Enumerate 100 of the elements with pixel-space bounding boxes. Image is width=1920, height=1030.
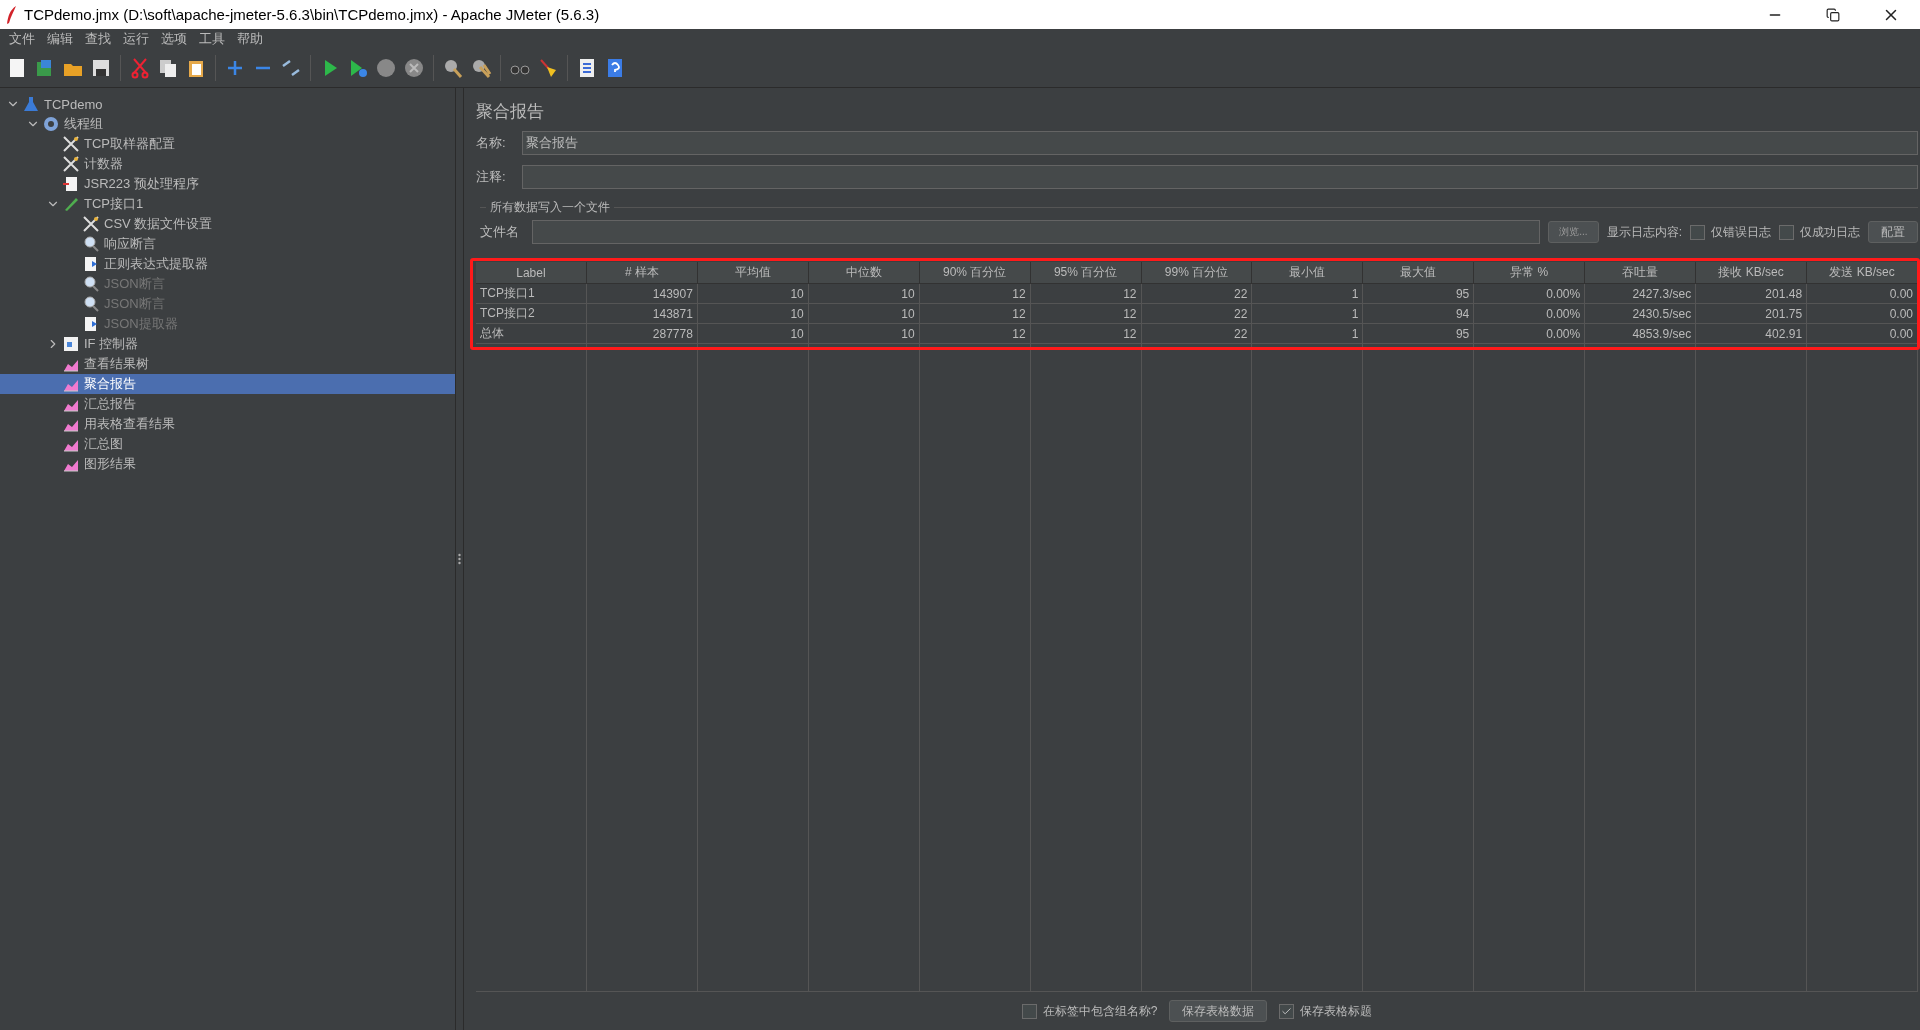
tree-item[interactable]: 汇总报告 xyxy=(0,394,455,414)
clear-icon[interactable] xyxy=(442,57,464,79)
table-cell: 0.00 xyxy=(1807,284,1918,304)
column-header[interactable]: 90% 百分位 xyxy=(919,262,1031,284)
table-cell: 0.00 xyxy=(1807,304,1918,324)
copy-icon[interactable] xyxy=(157,57,179,79)
restore-icon[interactable] xyxy=(1826,7,1840,22)
broom-icon[interactable] xyxy=(537,57,559,79)
tree-item[interactable]: 计数器 xyxy=(0,154,455,174)
checkbox[interactable] xyxy=(1779,224,1794,240)
menu-item[interactable]: 文件 xyxy=(4,30,42,48)
checkbox[interactable] xyxy=(1021,1003,1037,1019)
table-cell: 总体 xyxy=(476,324,587,344)
group-title: 所有数据写入一个文件 xyxy=(490,199,610,216)
pen-icon xyxy=(62,195,80,213)
table-cell: 12 xyxy=(1030,324,1142,344)
tree-item[interactable]: 汇总图 xyxy=(0,434,455,454)
toggle-icon[interactable] xyxy=(280,57,302,79)
tree-item[interactable]: IF 控制器 xyxy=(0,334,455,354)
table-cell: 0.00% xyxy=(1474,284,1586,304)
table-cell: 10 xyxy=(808,284,920,304)
table-cell: 22 xyxy=(1141,284,1253,304)
menu-item[interactable]: 帮助 xyxy=(232,30,270,48)
tools-icon xyxy=(82,215,100,233)
menu-item[interactable]: 编辑 xyxy=(42,30,80,48)
feather-icon xyxy=(6,5,18,24)
tools-icon xyxy=(62,155,80,173)
checkbox[interactable] xyxy=(1690,224,1705,240)
tools-icon xyxy=(62,135,80,153)
table-cell: 402.91 xyxy=(1696,324,1808,344)
tree-item[interactable]: 用表格查看结果 xyxy=(0,414,455,434)
stop-icon[interactable] xyxy=(375,57,397,79)
tree-item[interactable]: 线程组 xyxy=(0,114,455,134)
filename-field[interactable] xyxy=(532,220,1541,244)
menu-item[interactable]: 查找 xyxy=(80,30,118,48)
tree-item[interactable]: CSV 数据文件设置 xyxy=(0,214,455,234)
shutdown-icon[interactable] xyxy=(403,57,425,79)
table-cell: 10 xyxy=(697,304,809,324)
magnifier-icon xyxy=(82,235,100,253)
column-header[interactable]: 吞吐量 xyxy=(1585,262,1697,284)
checkbox[interactable] xyxy=(1279,1003,1295,1019)
column-header[interactable]: 最小值 xyxy=(1252,262,1364,284)
table-cell: 12 xyxy=(919,324,1031,344)
table-cell: 143907 xyxy=(586,284,698,304)
table-cell: 0.00% xyxy=(1474,304,1586,324)
magnifier-icon xyxy=(82,275,100,293)
table-cell: 22 xyxy=(1141,324,1253,344)
tree-item[interactable]: 正则表达式提取器 xyxy=(0,254,455,274)
column-header[interactable]: 异常 % xyxy=(1474,262,1586,284)
table-cell: 0.00 xyxy=(1807,324,1918,344)
menu-item[interactable]: 运行 xyxy=(118,30,156,48)
tree-item[interactable]: 查看结果树 xyxy=(0,354,455,374)
checkbox-label: 仅成功日志 xyxy=(1800,223,1860,241)
table-cell: 12 xyxy=(919,284,1031,304)
tree-item[interactable]: 聚合报告 xyxy=(0,374,455,394)
column-header[interactable]: 中位数 xyxy=(808,262,920,284)
table-cell: TCP接口1 xyxy=(476,284,587,304)
column-header[interactable]: 99% 百分位 xyxy=(1141,262,1253,284)
tree-item[interactable]: 图形结果 xyxy=(0,454,455,474)
script-icon xyxy=(62,175,80,193)
tree-item[interactable]: TCP取样器配置 xyxy=(0,134,455,154)
panel-icon xyxy=(62,335,80,353)
tree-item[interactable]: JSR223 预处理程序 xyxy=(0,174,455,194)
table-cell: 201.75 xyxy=(1696,304,1808,324)
column-header[interactable]: 平均值 xyxy=(697,262,809,284)
column-header[interactable]: Label xyxy=(476,262,587,284)
flask-icon xyxy=(22,95,40,113)
column-header[interactable]: 95% 百分位 xyxy=(1030,262,1142,284)
config-button[interactable]: 配置 xyxy=(1868,221,1918,243)
clear-all-icon[interactable] xyxy=(470,57,492,79)
field-label: 名称: xyxy=(476,134,507,152)
tree-item[interactable]: TCP接口1 xyxy=(0,194,455,214)
table-cell: 12 xyxy=(1030,284,1142,304)
name-field[interactable]: 聚合报告 xyxy=(522,131,1918,155)
column-header[interactable]: 发送 KB/sec xyxy=(1807,262,1918,284)
table-cell: 12 xyxy=(1030,304,1142,324)
panel-title: 聚合报告 xyxy=(476,101,545,123)
table-cell: TCP接口2 xyxy=(476,304,587,324)
cut-icon[interactable] xyxy=(129,57,151,79)
menu-item[interactable]: 选项 xyxy=(156,30,194,48)
tree-item[interactable]: TCPdemo xyxy=(0,94,455,114)
table-cell: 95 xyxy=(1363,324,1475,344)
save-icon[interactable] xyxy=(90,57,112,79)
menu-item[interactable]: 工具 xyxy=(194,30,232,48)
table-cell: 2427.3/sec xyxy=(1585,284,1697,304)
table-cell: 22 xyxy=(1141,304,1253,324)
column-header[interactable]: 接收 KB/sec xyxy=(1696,262,1808,284)
table-cell: 1 xyxy=(1252,304,1364,324)
column-header[interactable]: # 样本 xyxy=(586,262,698,284)
table-cell: 287778 xyxy=(586,324,698,344)
table-cell: 2430.5/sec xyxy=(1585,304,1697,324)
splitter-handle-icon[interactable] xyxy=(458,553,461,565)
table-cell: 4853.9/sec xyxy=(1585,324,1697,344)
checkbox-label: 仅错误日志 xyxy=(1711,223,1771,241)
column-header[interactable]: 最大值 xyxy=(1363,262,1475,284)
comment-field[interactable] xyxy=(522,165,1918,189)
tree-item[interactable]: 响应断言 xyxy=(0,234,455,254)
browse-button[interactable]: 浏览... xyxy=(1548,221,1599,243)
table-cell: 143871 xyxy=(586,304,698,324)
save-table-button[interactable]: 保存表格数据 xyxy=(1169,1000,1268,1022)
